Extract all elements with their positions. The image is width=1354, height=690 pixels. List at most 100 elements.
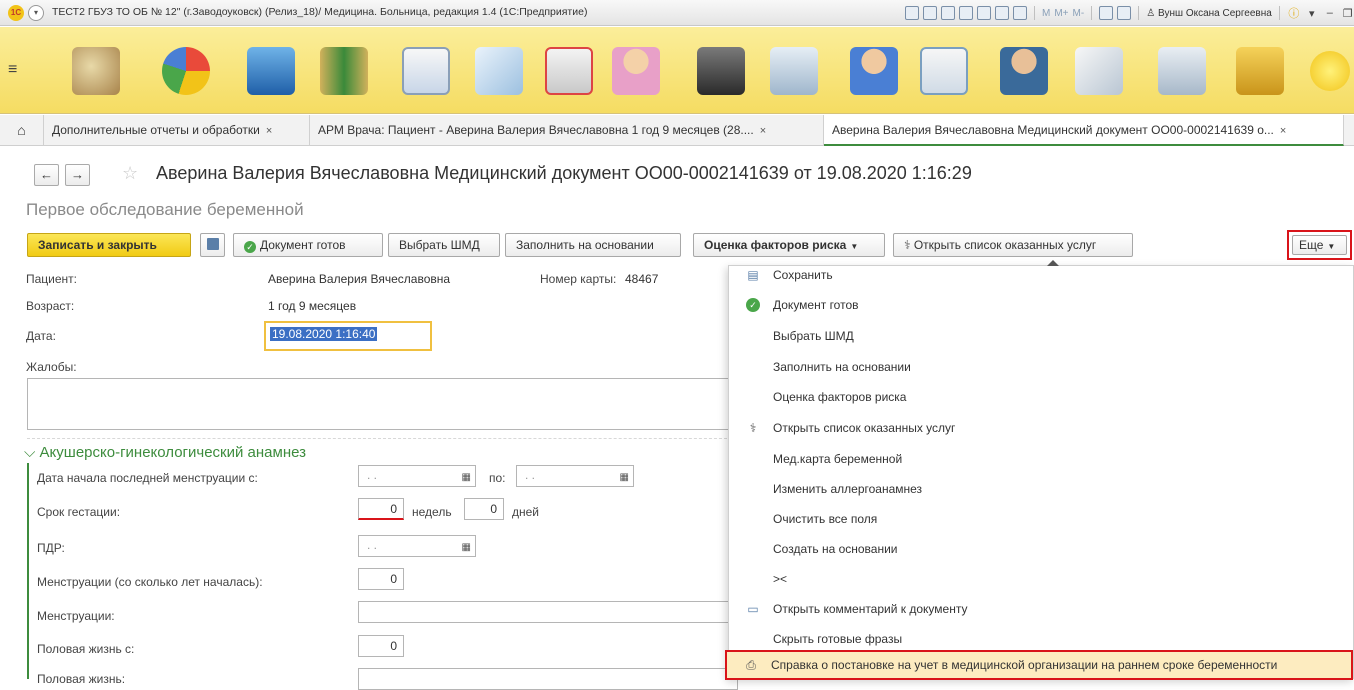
pdr-field[interactable]: . . ▦ — [358, 535, 476, 557]
section-analytics-icon[interactable] — [162, 47, 210, 95]
menu-item-open-services[interactable]: ⚕ Открыть список оказанных услуг — [729, 413, 1353, 443]
section-email-icon[interactable] — [1158, 47, 1206, 95]
patient-label: Пациент: — [26, 272, 78, 286]
date-field[interactable]: 19.08.2020 1:16:40 — [264, 321, 432, 351]
section-patient-icon[interactable] — [612, 47, 660, 95]
close-icon[interactable]: × — [760, 125, 766, 137]
complaints-field[interactable] — [27, 378, 747, 430]
preview-icon[interactable] — [941, 6, 955, 20]
menu-item-label: Мед.карта беременной — [773, 452, 903, 466]
open-services-button[interactable]: ⚕ Открыть список оказанных услуг — [893, 233, 1133, 257]
lmp-from-field[interactable]: . . ▦ — [358, 465, 476, 487]
forward-button[interactable]: → — [65, 164, 90, 186]
section-catalog-icon[interactable] — [320, 47, 368, 95]
menu-item-pregnancy-certificate[interactable]: ⎙ Справка о постановке на учет в медицинс… — [725, 650, 1353, 680]
calendar-icon[interactable] — [1013, 6, 1027, 20]
section-hospital-icon[interactable] — [247, 47, 295, 95]
favorite-star-icon[interactable]: ☆ — [122, 163, 138, 184]
menu-item-choose-shmd[interactable]: Выбрать ШМД — [729, 321, 1353, 351]
menu-item-fill-based[interactable]: Заполнить на основании — [729, 352, 1353, 382]
print-icon[interactable] — [923, 6, 937, 20]
risk-evaluation-label: Оценка факторов риска — [704, 238, 847, 252]
choose-shmd-button[interactable]: Выбрать ШМД — [388, 233, 500, 257]
menu-item-document-ready[interactable]: ✓ Документ готов — [729, 290, 1353, 320]
menu-item-pregnancy-card[interactable]: Мед.карта беременной — [729, 444, 1353, 474]
date-value: 19.08.2020 1:16:40 — [270, 327, 378, 341]
calculator-icon[interactable] — [995, 6, 1009, 20]
gestation-days-field[interactable]: 0 — [464, 498, 504, 520]
current-user[interactable]: ♙ Вунш Оксана Сергеевна — [1146, 8, 1272, 19]
menstruation-field[interactable] — [358, 601, 738, 623]
menu-item-save[interactable]: ▤ Сохранить — [729, 260, 1353, 290]
menu-item-allergy[interactable]: Изменить аллергоанамнез — [729, 474, 1353, 504]
gestation-weeks-field[interactable]: 0 — [358, 498, 404, 520]
divider — [27, 438, 737, 439]
app-logo-icon: 1C — [8, 5, 24, 21]
grid-icon[interactable] — [905, 6, 919, 20]
panels-icon[interactable] — [1117, 6, 1132, 20]
section-cashregister-icon[interactable] — [697, 47, 745, 95]
menu-item-create-based[interactable]: Создать на основании — [729, 534, 1353, 564]
menstruation-label: Менструации: — [37, 609, 115, 623]
anamnesis-section-header[interactable]: ⌵ Акушерско-гинекологический анамнез — [24, 444, 306, 461]
section-checklist-icon[interactable] — [920, 47, 968, 95]
section-reports-icon[interactable] — [402, 47, 450, 95]
section-staff-icon[interactable] — [1000, 47, 1048, 95]
section-more-icon[interactable] — [1310, 51, 1350, 91]
tab-medical-document[interactable]: Аверина Валерия Вячеславовна Медицинский… — [824, 115, 1344, 146]
calendar-icon[interactable]: ▦ — [620, 469, 629, 487]
menu-item-risk-evaluation[interactable]: Оценка факторов риска — [729, 382, 1353, 412]
menu-item-label: Очистить все поля — [773, 512, 878, 526]
section-indicator — [27, 463, 29, 679]
sexlife2-field[interactable] — [358, 668, 738, 690]
info-icon[interactable]: ⓘ — [1287, 5, 1301, 21]
save-and-close-button[interactable]: Записать и закрыть — [27, 233, 191, 257]
tab-additional-reports[interactable]: Дополнительные отчеты и обработки × — [44, 115, 310, 146]
memory-button-mminus[interactable]: M- — [1073, 8, 1085, 19]
home-icon[interactable]: ⌂ — [0, 115, 44, 146]
section-documents-icon[interactable] — [475, 47, 523, 95]
back-button[interactable]: ← — [34, 164, 59, 186]
main-menu-dropdown-icon[interactable]: ▾ — [28, 5, 44, 21]
menarche-field[interactable]: 0 — [358, 568, 404, 590]
more-button[interactable]: Еще ▼ — [1292, 235, 1347, 255]
minimize-button[interactable]: – — [1323, 7, 1337, 19]
calendar-icon[interactable]: ▦ — [462, 469, 471, 487]
restore-button[interactable]: ❐ — [1341, 7, 1354, 20]
hamburger-menu-icon[interactable]: ≡ — [8, 61, 17, 79]
fill-based-on-button[interactable]: Заполнить на основании — [505, 233, 681, 257]
menu-item-label: Открыть список оказанных услуг — [773, 421, 956, 435]
sexlife-field[interactable]: 0 — [358, 635, 404, 657]
document-ready-button[interactable]: ✓ Документ готов — [233, 233, 383, 257]
tab-arm-doctor[interactable]: АРМ Врача: Пациент - Аверина Валерия Вяч… — [310, 115, 824, 146]
memory-button-m[interactable]: M — [1042, 8, 1050, 19]
zoom-icon[interactable] — [1099, 6, 1114, 20]
section-files-icon[interactable] — [1075, 47, 1123, 95]
lmp-to-field[interactable]: . . ▦ — [516, 465, 634, 487]
menu-item-label: >< — [773, 572, 788, 586]
section-finance-icon[interactable] — [72, 47, 120, 95]
memory-button-mplus[interactable]: M+ — [1054, 8, 1068, 19]
save-copy-icon[interactable] — [977, 6, 991, 20]
section-database-icon[interactable] — [1236, 47, 1284, 95]
section-bed-icon[interactable] — [770, 47, 818, 95]
days-label: дней — [512, 505, 540, 519]
section-firstaid-icon[interactable] — [545, 47, 593, 95]
menu-item-collapse[interactable]: >< — [729, 564, 1353, 594]
calendar-icon[interactable]: ▦ — [462, 539, 471, 557]
lmp-from-placeholder: . . — [367, 468, 378, 482]
menu-item-label: Скрыть готовые фразы — [773, 632, 903, 646]
menu-item-label: Открыть комментарий к документу — [773, 602, 968, 616]
link-icon[interactable] — [959, 6, 973, 20]
close-icon[interactable]: × — [266, 125, 272, 137]
dropdown-icon[interactable]: ▾ — [1305, 7, 1319, 20]
weeks-label: недель — [412, 505, 452, 519]
menu-item-clear-fields[interactable]: Очистить все поля — [729, 504, 1353, 534]
section-doctor-icon[interactable] — [850, 47, 898, 95]
menu-item-open-comment[interactable]: ▭ Открыть комментарий к документу — [729, 594, 1353, 624]
lmp-label: Дата начала последней менструации с: — [37, 471, 258, 485]
save-button[interactable] — [200, 233, 225, 257]
close-icon[interactable]: × — [1280, 125, 1286, 137]
risk-evaluation-button[interactable]: Оценка факторов риска ▼ — [693, 233, 885, 257]
lmp-to-placeholder: . . — [525, 468, 536, 482]
